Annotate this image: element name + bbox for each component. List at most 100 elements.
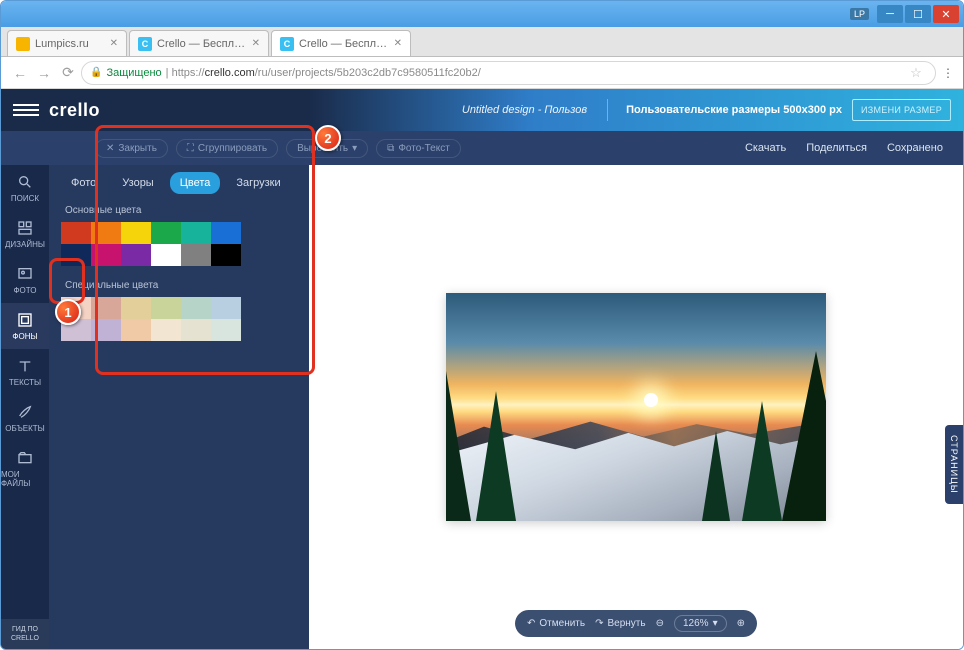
left-nav: ПОИСК ДИЗАЙНЫ ФОТО ФОНЫ ТЕКСТЫ ОБЪЕКТЫ М… xyxy=(1,165,49,649)
tab-close-icon[interactable]: ✕ xyxy=(394,38,402,49)
favicon-icon: C xyxy=(280,37,294,51)
zoom-out-button[interactable]: ⊖ xyxy=(656,618,664,629)
color-swatch[interactable] xyxy=(61,222,91,244)
tab-close-icon[interactable]: ✕ xyxy=(110,38,118,49)
resize-button[interactable]: ИЗМЕНИ РАЗМЕР xyxy=(852,99,951,121)
color-swatch[interactable] xyxy=(121,297,151,319)
color-swatch[interactable] xyxy=(91,319,121,341)
nav-photo[interactable]: ФОТО xyxy=(1,257,49,303)
nav-myfiles[interactable]: МОИ ФАЙЛЫ xyxy=(1,441,49,496)
color-swatch[interactable] xyxy=(181,222,211,244)
url-input[interactable]: 🔒 Защищено | https:// crello.com /ru/use… xyxy=(81,61,936,85)
url-path: /ru/user/projects/5b203c2db7c9580511fc20… xyxy=(255,67,481,79)
color-swatch[interactable] xyxy=(211,297,241,319)
color-swatch[interactable] xyxy=(181,244,211,266)
toolbar-phototext-button[interactable]: ⧉Фото-Текст xyxy=(376,139,461,158)
guide-button[interactable]: ГИД ПО CRELLO xyxy=(1,619,49,649)
nav-reload-button[interactable]: ⟳ xyxy=(57,62,79,84)
hamburger-menu-button[interactable] xyxy=(13,97,39,123)
main-colors-label: Основные цвета xyxy=(49,205,309,216)
color-swatch[interactable] xyxy=(61,244,91,266)
color-swatch[interactable] xyxy=(91,222,121,244)
chevron-down-icon: ▾ xyxy=(352,143,357,154)
backgrounds-panel: Фото Узоры Цвета Загрузки Основные цвета… xyxy=(49,165,309,649)
window-minimize-button[interactable]: ─ xyxy=(877,5,903,23)
chevron-down-icon: ▾ xyxy=(713,618,718,629)
nav-text[interactable]: ТЕКСТЫ xyxy=(1,349,49,395)
nav-objects[interactable]: ОБЪЕКТЫ xyxy=(1,395,49,441)
color-swatch[interactable] xyxy=(181,319,211,341)
canvas-image[interactable] xyxy=(446,293,826,521)
editor-toolbar: ✕Закрыть ⛶Сгруппировать Выровнять▾ ⧉Фото… xyxy=(1,131,963,165)
zoom-level-dropdown[interactable]: 126%▾ xyxy=(674,615,727,632)
nav-backgrounds[interactable]: ФОНЫ xyxy=(1,303,49,349)
color-swatch[interactable] xyxy=(151,222,181,244)
tab-close-icon[interactable]: ✕ xyxy=(252,38,260,49)
tab-title: Lumpics.ru xyxy=(35,38,106,50)
panel-tabs: Фото Узоры Цвета Загрузки xyxy=(49,165,309,201)
profile-badge[interactable]: LP xyxy=(850,8,869,20)
browser-tab[interactable]: Lumpics.ru ✕ xyxy=(7,30,127,56)
special-color-swatches xyxy=(49,297,253,341)
nav-back-button[interactable]: ← xyxy=(9,62,31,84)
color-swatch[interactable] xyxy=(211,244,241,266)
bookmark-star-icon[interactable]: ☆ xyxy=(905,65,927,81)
download-button[interactable]: Скачать xyxy=(745,142,786,154)
frame-icon xyxy=(16,311,34,329)
tab-title: Crello — Бесплатный ин xyxy=(299,38,390,50)
color-swatch[interactable] xyxy=(211,319,241,341)
color-swatch[interactable] xyxy=(91,244,121,266)
panel-tab-patterns[interactable]: Узоры xyxy=(112,172,163,194)
annotation-marker-1: 1 xyxy=(55,299,81,325)
design-title[interactable]: Untitled design - Пользов xyxy=(462,104,587,116)
undo-icon: ↶ xyxy=(527,618,535,629)
panel-tab-uploads[interactable]: Загрузки xyxy=(226,172,290,194)
lock-icon: 🔒 xyxy=(90,67,102,78)
toolbar-close-button[interactable]: ✕Закрыть xyxy=(95,139,168,158)
app-logo[interactable]: crello xyxy=(49,100,100,121)
address-bar: ← → ⟳ 🔒 Защищено | https:// crello.com /… xyxy=(1,57,963,89)
share-button[interactable]: Поделиться xyxy=(806,142,867,154)
panel-tab-photo[interactable]: Фото xyxy=(61,172,106,194)
nav-forward-button[interactable]: → xyxy=(33,62,55,84)
window-maximize-button[interactable]: ☐ xyxy=(905,5,931,23)
color-swatch[interactable] xyxy=(121,244,151,266)
panel-tab-colors[interactable]: Цвета xyxy=(170,172,221,194)
bottom-bar: ↶Отменить ↷Вернуть ⊖ 126%▾ ⊕ xyxy=(515,610,757,637)
color-swatch[interactable] xyxy=(151,297,181,319)
pages-side-tab[interactable]: СТРАНИЦЫ xyxy=(945,425,963,504)
browser-tab-strip: Lumpics.ru ✕ C Crello — Бесплатный ин ✕ … xyxy=(1,27,963,57)
search-icon xyxy=(16,173,34,191)
color-swatch[interactable] xyxy=(181,297,211,319)
browser-menu-button[interactable]: ⋮ xyxy=(942,66,955,80)
nav-search[interactable]: ПОИСК xyxy=(1,165,49,211)
camera-icon: ⧉ xyxy=(387,143,394,154)
color-swatch[interactable] xyxy=(91,297,121,319)
browser-tab[interactable]: C Crello — Бесплатный ин ✕ xyxy=(129,30,269,56)
window-close-button[interactable]: ✕ xyxy=(933,5,959,23)
text-icon xyxy=(16,357,34,375)
close-icon: ✕ xyxy=(106,143,114,154)
undo-button[interactable]: ↶Отменить xyxy=(527,618,585,629)
zoom-in-button[interactable]: ⊕ xyxy=(737,618,745,629)
color-swatch[interactable] xyxy=(151,244,181,266)
nav-designs[interactable]: ДИЗАЙНЫ xyxy=(1,211,49,257)
tab-title: Crello — Бесплатный ин xyxy=(157,38,248,50)
brush-icon xyxy=(16,403,34,421)
browser-tab[interactable]: C Crello — Бесплатный ин ✕ xyxy=(271,30,411,56)
zoom-in-icon: ⊕ xyxy=(737,618,745,629)
redo-button[interactable]: ↷Вернуть xyxy=(595,618,646,629)
link-icon: ⛶ xyxy=(187,143,194,154)
color-swatch[interactable] xyxy=(121,222,151,244)
color-swatch[interactable] xyxy=(121,319,151,341)
annotation-marker-2: 2 xyxy=(315,125,341,151)
color-swatch[interactable] xyxy=(211,222,241,244)
url-scheme: https:// xyxy=(172,67,205,79)
saved-label: Сохранено xyxy=(887,142,943,154)
favicon-icon: C xyxy=(138,37,152,51)
image-icon xyxy=(16,265,34,283)
folder-icon xyxy=(16,449,34,467)
color-swatch[interactable] xyxy=(151,319,181,341)
toolbar-group-button[interactable]: ⛶Сгруппировать xyxy=(176,139,278,158)
canvas-area[interactable]: СТРАНИЦЫ ↶Отменить ↷Вернуть ⊖ 126%▾ ⊕ xyxy=(309,165,963,649)
